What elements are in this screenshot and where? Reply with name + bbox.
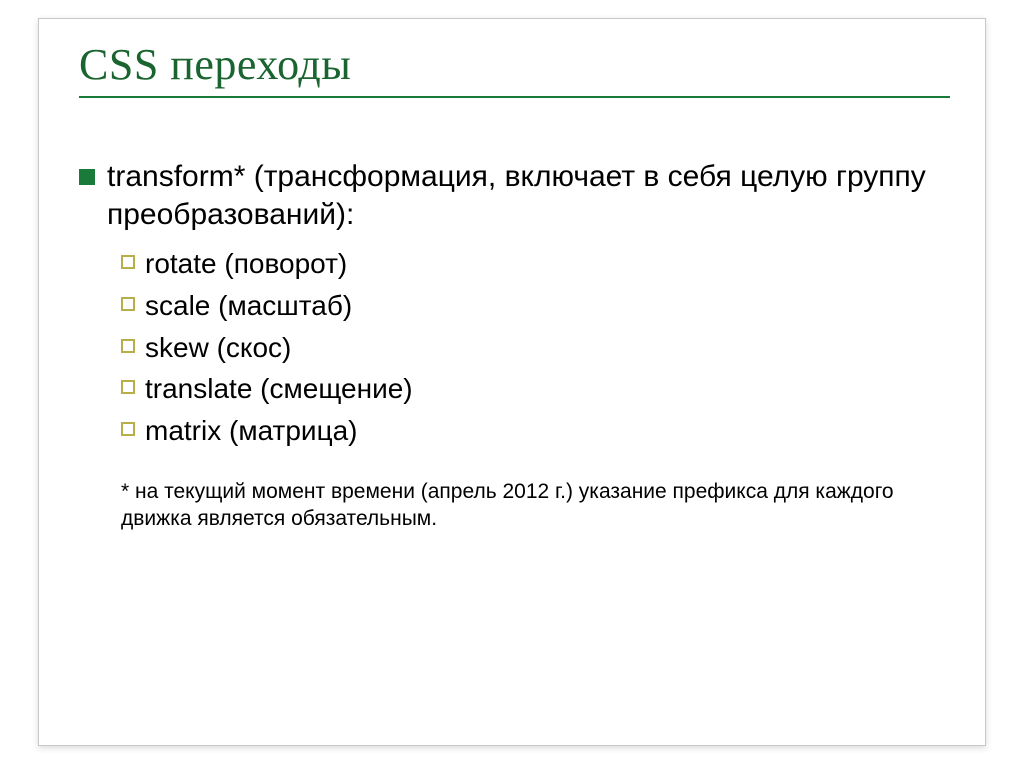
list-item-main: transform* (трансформация, включает в се… bbox=[79, 158, 950, 233]
list-item-text: translate (смещение) bbox=[145, 370, 950, 408]
hollow-square-bullet-icon bbox=[121, 339, 135, 353]
list-item-text: rotate (поворот) bbox=[145, 245, 950, 283]
hollow-square-bullet-icon bbox=[121, 255, 135, 269]
list-item-text: skew (скос) bbox=[145, 329, 950, 367]
slide-title: CSS переходы bbox=[79, 39, 950, 90]
square-bullet-icon bbox=[79, 169, 95, 185]
slide: CSS переходы transform* (трансформация, … bbox=[38, 18, 986, 746]
list-item: translate (смещение) bbox=[121, 370, 950, 408]
list-item: matrix (матрица) bbox=[121, 412, 950, 450]
content: transform* (трансформация, включает в се… bbox=[79, 158, 950, 533]
list-item: scale (масштаб) bbox=[121, 287, 950, 325]
list-item: rotate (поворот) bbox=[121, 245, 950, 283]
list-item-text: matrix (матрица) bbox=[145, 412, 950, 450]
list-item-text: scale (масштаб) bbox=[145, 287, 950, 325]
title-container: CSS переходы bbox=[79, 39, 950, 98]
hollow-square-bullet-icon bbox=[121, 422, 135, 436]
footnote: * на текущий момент времени (апрель 2012… bbox=[121, 478, 941, 533]
list-item: skew (скос) bbox=[121, 329, 950, 367]
hollow-square-bullet-icon bbox=[121, 297, 135, 311]
hollow-square-bullet-icon bbox=[121, 380, 135, 394]
list-item-text: transform* (трансформация, включает в се… bbox=[107, 158, 950, 233]
